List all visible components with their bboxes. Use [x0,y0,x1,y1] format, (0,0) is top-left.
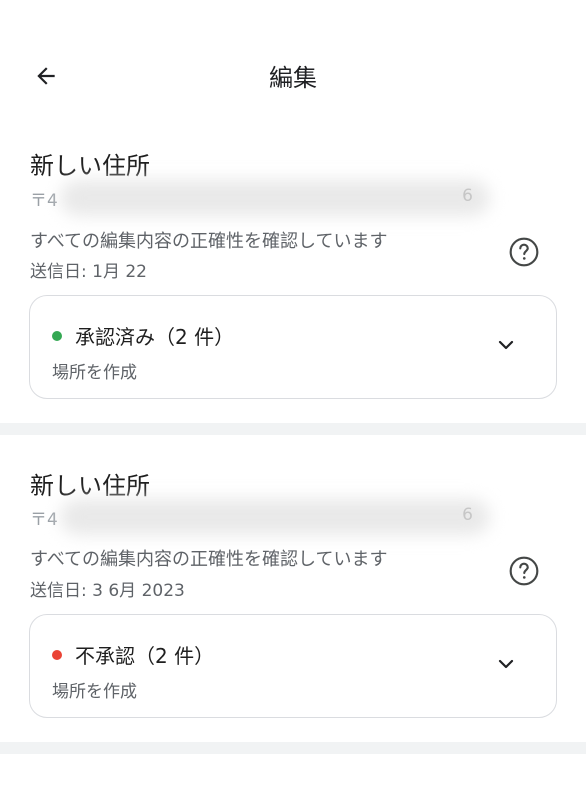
address-prefix: 〒4 [30,510,58,530]
edit-title: 新しい住所 [30,472,150,500]
action-label: 場所を作成 [52,682,137,702]
status-card[interactable]: 不承認（2 件） 場所を作成 [29,614,557,718]
address-redacted [60,499,490,535]
section-divider [0,742,586,754]
status-label: 不承認（2 件） [75,644,215,668]
help-icon[interactable] [508,236,540,268]
status-label: 承認済み（2 件） [75,325,235,349]
address-suffix: 6 [462,505,473,525]
address-prefix: 〒4 [30,191,58,211]
address-redacted [60,180,490,216]
chevron-down-icon [498,659,514,669]
edit-title: 新しい住所 [30,152,150,180]
status-card[interactable]: 承認済み（2 件） 場所を作成 [29,295,557,399]
address-suffix: 6 [462,186,473,206]
address-line: 〒4 6 [30,499,495,535]
chevron-down-icon [498,340,514,350]
sent-date: 送信日: 3 6月 2023 [30,581,185,601]
page-title: 編集 [269,64,317,92]
review-description: すべての編集内容の正確性を確認しています [30,549,388,570]
review-description: すべての編集内容の正確性を確認しています [30,231,388,252]
section-divider [0,423,586,435]
address-line: 〒4 6 [30,180,495,216]
status-dot [52,331,62,341]
top-app-bar: 編集 [0,0,586,150]
action-label: 場所を作成 [52,363,137,383]
sent-date: 送信日: 1月 22 [30,262,147,282]
status-dot [52,650,62,660]
help-icon[interactable] [508,555,540,587]
